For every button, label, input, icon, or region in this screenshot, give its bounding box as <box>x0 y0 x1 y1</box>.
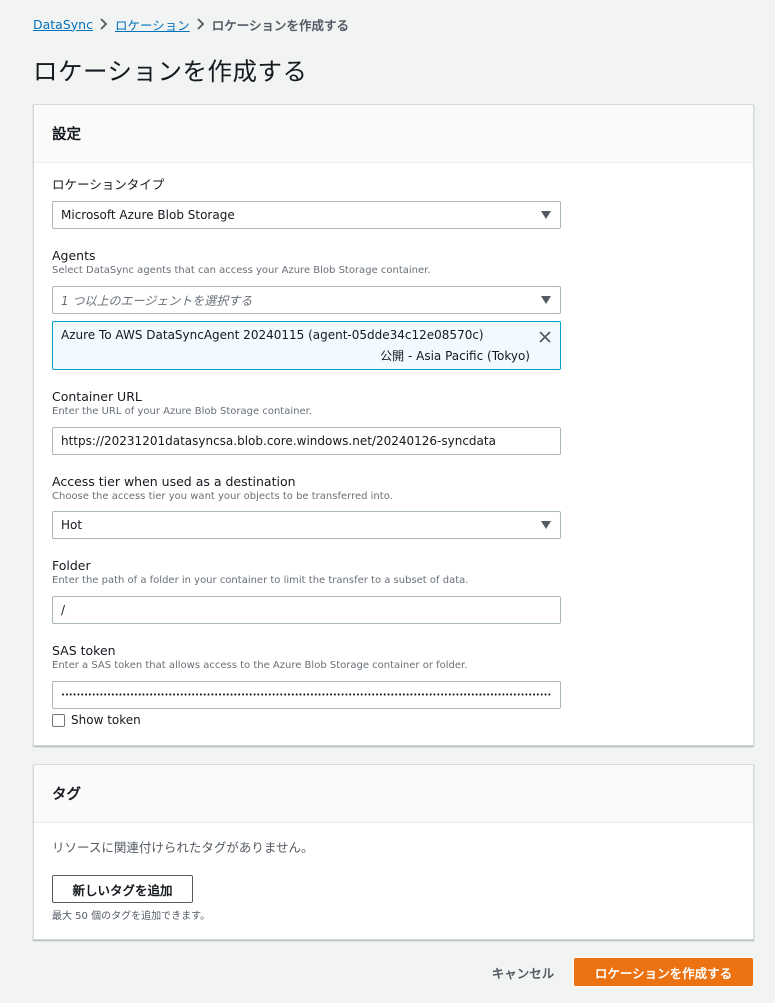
tags-empty-text: リソースに関連付けられたタグがありません。 <box>52 840 314 855</box>
close-icon[interactable] <box>538 330 552 344</box>
agents-field: Agents Select DataSync agents that can a… <box>52 248 561 370</box>
agents-description: Select DataSync agents that can access y… <box>52 265 431 276</box>
show-token-label: Show token <box>71 713 141 727</box>
breadcrumb-link-locations[interactable]: ロケーション <box>115 15 190 34</box>
access-tier-value: Hot <box>61 518 83 532</box>
chevron-right-icon <box>190 18 212 30</box>
sas-token-label: SAS token <box>52 643 116 658</box>
location-type-select[interactable]: Microsoft Azure Blob Storage <box>52 201 561 229</box>
selected-agent-meta: 公開 - Asia Pacific (Tokyo) <box>380 349 530 363</box>
access-tier-description: Choose the access tier you want your obj… <box>52 491 393 502</box>
tags-panel-header: タグ <box>34 765 753 823</box>
container-url-description: Enter the URL of your Azure Blob Storage… <box>52 406 312 417</box>
chevron-right-icon <box>93 18 115 30</box>
settings-panel-header: 設定 <box>34 105 753 163</box>
location-type-value: Microsoft Azure Blob Storage <box>61 208 235 222</box>
sas-token-description: Enter a SAS token that allows access to … <box>52 660 468 671</box>
access-tier-field: Access tier when used as a destination C… <box>52 474 561 539</box>
tags-panel: タグ リソースに関連付けられたタグがありません。 新しいタグを追加 最大 50 … <box>33 764 754 940</box>
location-type-field: ロケーションタイプ Microsoft Azure Blob Storage <box>52 177 561 229</box>
caret-down-icon <box>541 211 551 219</box>
caret-down-icon <box>541 296 551 304</box>
show-token-row[interactable]: Show token <box>52 713 141 727</box>
container-url-field: Container URL Enter the URL of your Azur… <box>52 389 561 455</box>
folder-value: / <box>61 603 66 617</box>
agents-placeholder: 1 つ以上のエージェントを選択する <box>61 293 253 308</box>
settings-panel: 設定 ロケーションタイプ Microsoft Azure Blob Storag… <box>33 104 754 746</box>
settings-title: 設定 <box>52 127 81 143</box>
breadcrumb-link-datasync[interactable]: DataSync <box>33 17 93 32</box>
access-tier-label: Access tier when used as a destination <box>52 474 296 489</box>
folder-field: Folder Enter the path of a folder in you… <box>52 558 561 624</box>
sas-token-field: SAS token Enter a SAS token that allows … <box>52 643 561 727</box>
container-url-value: https://20231201datasyncsa.blob.core.win… <box>61 434 496 448</box>
create-location-button[interactable]: ロケーションを作成する <box>574 958 753 986</box>
agents-select[interactable]: 1 つ以上のエージェントを選択する <box>52 286 561 314</box>
folder-description: Enter the path of a folder in your conta… <box>52 575 469 586</box>
agents-label: Agents <box>52 248 96 263</box>
container-url-label: Container URL <box>52 389 142 404</box>
show-token-checkbox[interactable] <box>52 713 65 727</box>
folder-input[interactable]: / <box>52 596 561 624</box>
add-tag-button[interactable]: 新しいタグを追加 <box>52 875 193 903</box>
tags-title: タグ <box>52 787 81 803</box>
breadcrumb: DataSync ロケーション ロケーションを作成する <box>33 15 350 34</box>
caret-down-icon <box>541 521 551 529</box>
sas-token-input[interactable]: ••••••••••••••••••••••••••••••••••••••••… <box>52 681 561 709</box>
breadcrumb-current: ロケーションを作成する <box>211 17 350 33</box>
location-type-label: ロケーションタイプ <box>52 177 165 192</box>
selected-agent-token: Azure To AWS DataSyncAgent 20240115 (age… <box>52 321 561 370</box>
tags-limit-text: 最大 50 個のタグを追加できます。 <box>52 911 211 922</box>
sas-token-value: ••••••••••••••••••••••••••••••••••••••••… <box>61 691 551 699</box>
selected-agent-name: Azure To AWS DataSyncAgent 20240115 (age… <box>61 328 484 342</box>
container-url-input[interactable]: https://20231201datasyncsa.blob.core.win… <box>52 427 561 455</box>
cancel-button[interactable]: キャンセル <box>478 958 568 986</box>
page-title: ロケーションを作成する <box>33 57 308 86</box>
folder-label: Folder <box>52 558 91 573</box>
access-tier-select[interactable]: Hot <box>52 511 561 539</box>
